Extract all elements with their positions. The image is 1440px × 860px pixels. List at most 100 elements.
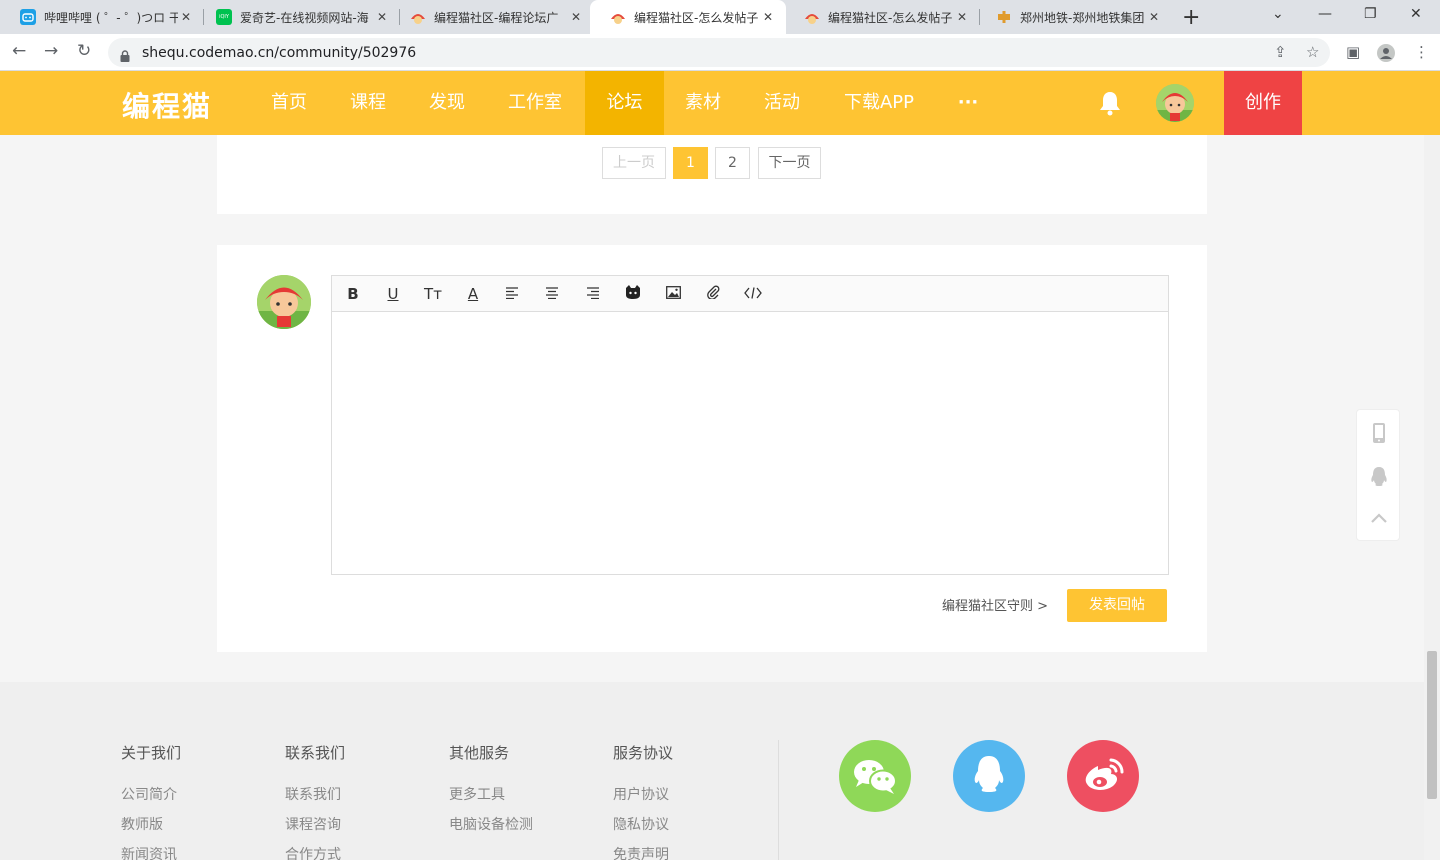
browser-tab[interactable]: 郑州地铁-郑州地铁集团 ✕ bbox=[976, 0, 1172, 34]
tab-label: 爱奇艺-在线视频网站-海 bbox=[240, 10, 369, 25]
page-2-button[interactable]: 2 bbox=[715, 147, 750, 179]
bold-icon[interactable]: B bbox=[343, 284, 363, 304]
footer-link[interactable]: 隐私协议 bbox=[613, 814, 669, 834]
lock-icon bbox=[120, 47, 130, 62]
attachment-icon[interactable] bbox=[703, 284, 723, 304]
submit-reply-button[interactable]: 发表回帖 bbox=[1067, 589, 1167, 622]
image-icon[interactable] bbox=[663, 284, 683, 304]
scrollbar-thumb[interactable] bbox=[1427, 651, 1437, 799]
browser-tab[interactable]: 编程猫社区-编程论坛广 ✕ bbox=[390, 0, 594, 34]
font-color-icon[interactable]: A bbox=[463, 284, 483, 304]
browser-tab[interactable]: 哔哩哔哩 ( ゜- ゜)つロ 干 ✕ bbox=[0, 0, 204, 34]
footer-link[interactable]: 更多工具 bbox=[449, 784, 505, 804]
bookmark-star-icon[interactable]: ☆ bbox=[1306, 43, 1319, 61]
bell-icon[interactable] bbox=[1098, 90, 1122, 116]
nav-more[interactable]: ··· bbox=[948, 71, 988, 135]
reply-card: B U Tт A 编程猫社区守则 > 发表回帖 bbox=[217, 245, 1207, 652]
browser-tab[interactable]: iQIY 爱奇艺-在线视频网站-海 ✕ bbox=[196, 0, 400, 34]
share-icon[interactable]: ⇪ bbox=[1274, 43, 1287, 61]
font-size-icon[interactable]: Tт bbox=[423, 284, 443, 304]
prev-page-button[interactable]: 上一页 bbox=[602, 147, 666, 179]
profile-icon[interactable] bbox=[1376, 43, 1396, 67]
url-text: shequ.codemao.cn/community/502976 bbox=[142, 44, 417, 61]
avatar bbox=[257, 275, 311, 329]
site-footer: 关于我们 公司简介 教师版 新闻资讯 联系我们 联系我们 课程咨询 合作方式 其… bbox=[0, 682, 1424, 860]
nav-studio[interactable]: 工作室 bbox=[498, 71, 572, 135]
restore-icon[interactable]: ❐ bbox=[1364, 6, 1377, 22]
footer-link[interactable]: 联系我们 bbox=[285, 784, 341, 804]
weibo-icon[interactable] bbox=[1067, 740, 1139, 812]
nav-events[interactable]: 活动 bbox=[751, 71, 813, 135]
close-tab-icon[interactable]: ✕ bbox=[760, 10, 776, 24]
browser-tab-strip: 哔哩哔哩 ( ゜- ゜)つロ 干 ✕ iQIY 爱奇艺-在线视频网站-海 ✕ 编… bbox=[0, 0, 1440, 34]
close-tab-icon[interactable]: ✕ bbox=[954, 10, 970, 24]
site-header: 编程猫 首页 课程 发现 工作室 论坛 素材 活动 下载APP ··· 创作 bbox=[0, 71, 1440, 135]
nav-download-app[interactable]: 下载APP bbox=[834, 71, 924, 135]
side-panel-icon[interactable]: ▣ bbox=[1346, 43, 1360, 61]
iqiyi-icon: iQIY bbox=[216, 9, 232, 25]
close-tab-icon[interactable]: ✕ bbox=[1146, 10, 1162, 24]
new-tab-button[interactable]: + bbox=[1182, 5, 1200, 30]
mobile-icon[interactable] bbox=[1369, 422, 1389, 443]
tab-search-icon[interactable]: ⌄ bbox=[1272, 6, 1284, 22]
nav-forum[interactable]: 论坛 bbox=[585, 71, 664, 135]
tab-label: 编程猫社区-怎么发帖子 bbox=[634, 10, 759, 25]
footer-link[interactable]: 用户协议 bbox=[613, 784, 669, 804]
close-tab-icon[interactable]: ✕ bbox=[374, 10, 390, 24]
reply-text-area[interactable] bbox=[332, 312, 1168, 574]
qq-icon[interactable] bbox=[1369, 466, 1389, 486]
underline-icon[interactable]: U bbox=[383, 284, 403, 304]
align-left-icon[interactable] bbox=[502, 284, 522, 304]
close-window-icon[interactable]: ✕ bbox=[1410, 6, 1422, 22]
editor-toolbar: B U Tт A bbox=[332, 276, 1168, 312]
close-tab-icon[interactable]: ✕ bbox=[178, 10, 194, 24]
address-bar-row: ← → ↻ shequ.codemao.cn/community/502976 … bbox=[0, 34, 1440, 71]
footer-col-title: 其他服务 bbox=[449, 744, 510, 762]
page-1-button[interactable]: 1 bbox=[673, 147, 708, 179]
page-scrollbar[interactable] bbox=[1424, 135, 1440, 860]
close-tab-icon[interactable]: ✕ bbox=[568, 10, 584, 24]
tab-label: 哔哩哔哩 ( ゜- ゜)つロ 干 bbox=[44, 10, 178, 25]
bilibili-icon bbox=[20, 9, 36, 25]
footer-divider bbox=[778, 740, 779, 860]
codemao-icon bbox=[610, 9, 626, 25]
nav-materials[interactable]: 素材 bbox=[672, 71, 734, 135]
align-right-icon[interactable] bbox=[583, 284, 603, 304]
back-to-top-icon[interactable] bbox=[1369, 510, 1389, 530]
footer-link[interactable]: 免责声明 bbox=[613, 844, 669, 860]
wechat-icon[interactable] bbox=[839, 740, 911, 812]
code-icon[interactable] bbox=[743, 284, 763, 304]
align-center-icon[interactable] bbox=[542, 284, 562, 304]
footer-link[interactable]: 教师版 bbox=[121, 814, 163, 834]
nav-home[interactable]: 首页 bbox=[258, 71, 320, 135]
footer-link[interactable]: 合作方式 bbox=[285, 844, 341, 860]
url-bar[interactable]: shequ.codemao.cn/community/502976 bbox=[108, 38, 1330, 67]
menu-icon[interactable]: ⋮ bbox=[1414, 43, 1429, 61]
footer-link[interactable]: 新闻资讯 bbox=[121, 844, 177, 860]
nav-courses[interactable]: 课程 bbox=[337, 71, 399, 135]
zhengzhou-metro-icon bbox=[996, 9, 1012, 25]
forward-icon[interactable]: → bbox=[44, 41, 58, 61]
floating-toolbar bbox=[1356, 409, 1400, 541]
footer-col-title: 服务协议 bbox=[613, 744, 674, 762]
next-page-button[interactable]: 下一页 bbox=[758, 147, 821, 179]
browser-tab[interactable]: 编程猫社区-怎么发帖子 ✕ bbox=[784, 0, 980, 34]
minimize-icon[interactable]: — bbox=[1318, 6, 1332, 22]
footer-link[interactable]: 公司简介 bbox=[121, 784, 177, 804]
browser-tab-active[interactable]: 编程猫社区-怎么发帖子 ✕ bbox=[590, 0, 786, 34]
back-icon[interactable]: ← bbox=[12, 41, 26, 61]
tab-label: 编程猫社区-怎么发帖子 bbox=[828, 10, 953, 25]
footer-link[interactable]: 课程咨询 bbox=[285, 814, 341, 834]
qq-icon[interactable] bbox=[953, 740, 1025, 812]
community-rules-link[interactable]: 编程猫社区守则 > bbox=[942, 595, 1048, 614]
tab-label: 郑州地铁-郑州地铁集团 bbox=[1020, 10, 1145, 25]
reload-icon[interactable]: ↻ bbox=[77, 41, 91, 61]
emoji-cat-icon[interactable] bbox=[623, 284, 643, 304]
nav-discover[interactable]: 发现 bbox=[416, 71, 478, 135]
footer-link[interactable]: 电脑设备检测 bbox=[449, 814, 533, 834]
codemao-icon bbox=[804, 9, 820, 25]
site-logo[interactable]: 编程猫 bbox=[122, 85, 212, 125]
create-button[interactable]: 创作 bbox=[1224, 71, 1302, 135]
footer-col-title: 关于我们 bbox=[121, 744, 182, 762]
avatar[interactable] bbox=[1156, 84, 1194, 122]
